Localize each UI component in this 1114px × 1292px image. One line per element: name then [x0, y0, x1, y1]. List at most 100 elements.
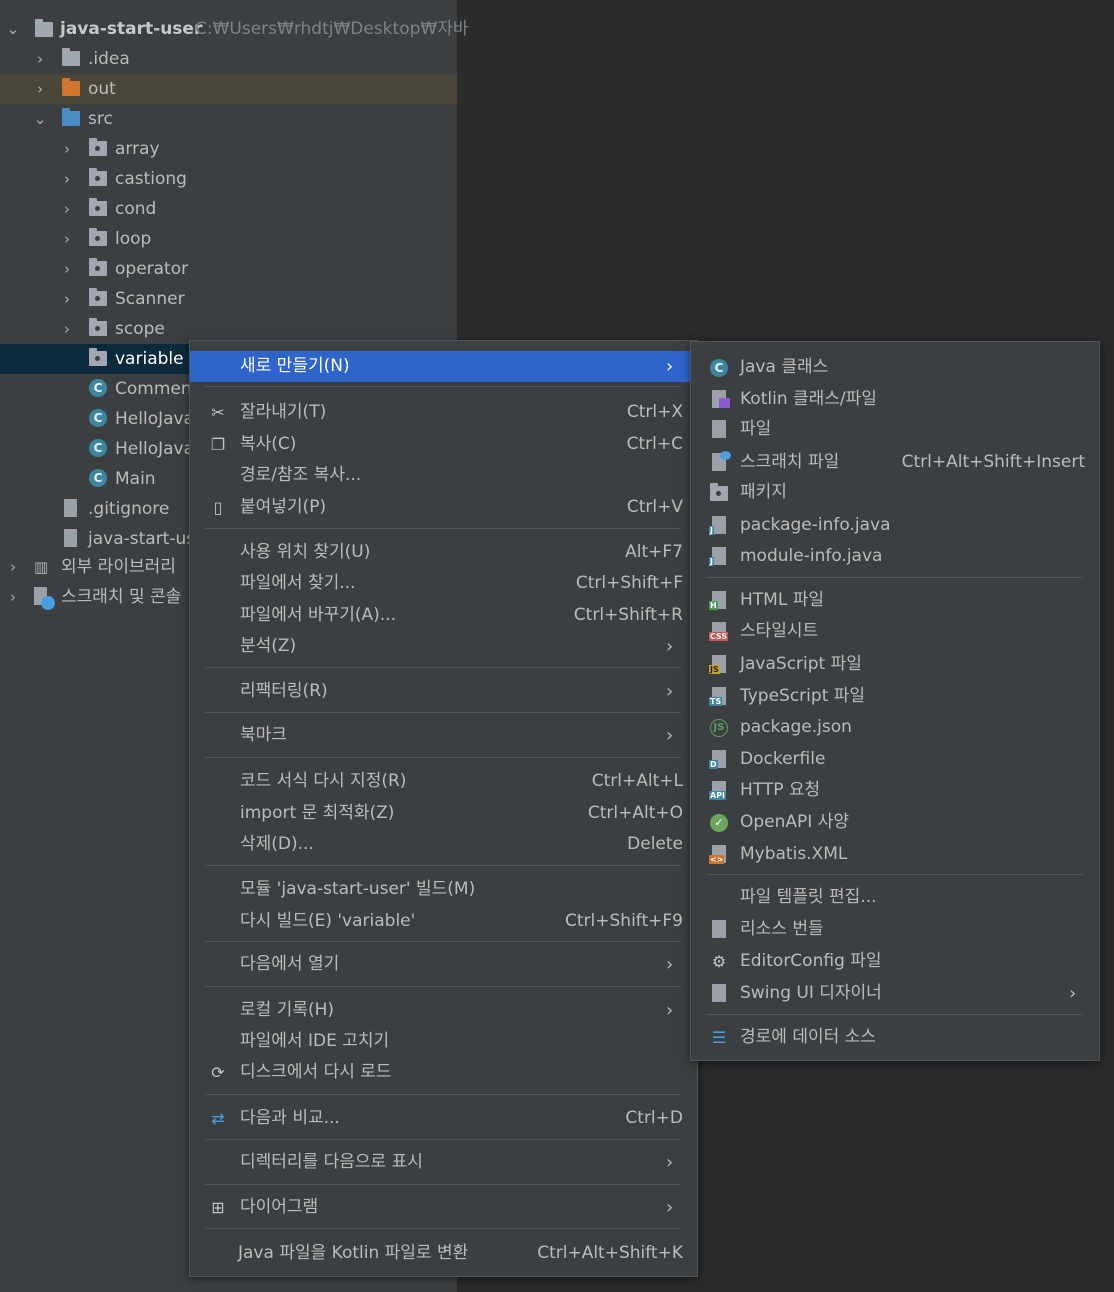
collapse-chevron-icon[interactable]: › [59, 314, 75, 344]
tree-item-label: array [115, 139, 160, 159]
submenu-item-swing-ui[interactable]: Swing UI 디자이너 › [691, 978, 1099, 1009]
submenu-item-mybatis-xml[interactable]: <> Mybatis.XML [691, 839, 1099, 870]
submenu-item-editorconfig[interactable]: ⚙ EditorConfig 파일 [691, 946, 1099, 977]
collapse-chevron-icon[interactable]: › [5, 582, 21, 612]
menu-item-build-module[interactable]: 모듈 'java-start-user' 빌드(M) [190, 874, 697, 905]
menu-item-analyze[interactable]: 분석(Z) › [190, 631, 697, 662]
context-menu: 새로 만들기(N) › ✂ 잘라내기(T) Ctrl+X ❐ 복사(C) Ctr… [189, 340, 698, 1277]
document-shape [712, 516, 726, 534]
submenu-item-stylesheet[interactable]: CSS 스타일시트 [691, 616, 1099, 647]
collapse-chevron-icon[interactable]: › [59, 134, 75, 164]
menu-item-label: 다이어그램 [240, 1197, 319, 1217]
menu-item-replace-in-files[interactable]: 파일에서 바꾸기(A)... Ctrl+Shift+R [190, 600, 697, 631]
submenu-item-html-file[interactable]: H HTML 파일 [691, 585, 1099, 616]
chevron-right-icon: › [1069, 983, 1077, 1004]
tree-item-label: Main [115, 469, 156, 489]
collapse-chevron-icon[interactable]: › [59, 164, 75, 194]
menu-item-copy[interactable]: ❐ 복사(C) Ctrl+C [190, 429, 697, 460]
tree-row-out[interactable]: › out [0, 74, 457, 104]
tree-row-scanner[interactable]: › Scanner [0, 284, 457, 314]
iml-file-icon [64, 529, 77, 547]
submenu-item-java-class[interactable]: C Java 클래스 [691, 352, 1099, 383]
menu-item-local-history[interactable]: 로컬 기록(H) › [190, 995, 697, 1026]
menu-item-bookmark[interactable]: 북마크 › [190, 720, 697, 751]
menu-item-compare-with[interactable]: ⇄ 다음과 비교... Ctrl+D [190, 1103, 697, 1134]
menu-item-reformat[interactable]: 코드 서식 다시 지정(R) Ctrl+Alt+L [190, 766, 697, 797]
tree-row-operator[interactable]: › operator [0, 254, 457, 284]
submenu-item-kotlin-class[interactable]: Kotlin 클래스/파일 [691, 384, 1099, 415]
tree-row-array[interactable]: › array [0, 134, 457, 164]
collapse-chevron-icon[interactable]: › [59, 224, 75, 254]
tree-row-cond[interactable]: › cond [0, 194, 457, 224]
menu-item-label: 분석(Z) [240, 636, 297, 656]
expand-chevron-icon[interactable]: ⌄ [32, 104, 48, 134]
tree-row-src[interactable]: ⌄ src [0, 104, 457, 134]
menu-item-diagrams[interactable]: ⊞ 다이어그램 › [190, 1192, 697, 1223]
divider [706, 874, 1083, 875]
menu-item-delete[interactable]: 삭제(D)... Delete [190, 829, 697, 860]
collapse-chevron-icon[interactable]: › [32, 74, 48, 104]
submenu-item-file[interactable]: 파일 [691, 414, 1099, 445]
menu-item-label: HTTP 요청 [740, 780, 821, 800]
submenu-item-openapi[interactable]: ✓ OpenAPI 사양 [691, 807, 1099, 838]
menu-item-refactor[interactable]: 리팩터링(R) › [190, 676, 697, 707]
menu-item-rebuild[interactable]: 다시 빌드(E) 'variable' Ctrl+Shift+F9 [190, 906, 697, 937]
package-icon [89, 258, 107, 276]
menu-item-find-usages[interactable]: 사용 위치 찾기(U) Alt+F7 [190, 537, 697, 568]
divider [205, 528, 681, 529]
submenu-item-http-request[interactable]: API HTTP 요청 [691, 775, 1099, 806]
submenu-item-edit-templates[interactable]: 파일 템플릿 편집... [691, 882, 1099, 913]
menu-item-find-in-files[interactable]: 파일에서 찾기... Ctrl+Shift+F [190, 568, 697, 599]
menu-item-reload[interactable]: ⟳ 디스크에서 다시 로드 [190, 1057, 697, 1088]
tree-row-idea[interactable]: › .idea [0, 44, 457, 74]
menu-item-optimize-imports[interactable]: import 문 최적화(Z) Ctrl+Alt+O [190, 798, 697, 829]
submenu-item-dockerfile[interactable]: D Dockerfile [691, 744, 1099, 775]
submenu-item-typescript-file[interactable]: TS TypeScript 파일 [691, 681, 1099, 712]
collapse-chevron-icon[interactable]: › [59, 254, 75, 284]
menu-item-copy-path[interactable]: 경로/참조 복사... [190, 460, 697, 491]
submenu-item-data-source[interactable]: ☰ 경로에 데이터 소스 [691, 1022, 1099, 1053]
menu-item-open-in[interactable]: 다음에서 열기 › [190, 949, 697, 980]
collapse-chevron-icon[interactable]: › [59, 284, 75, 314]
menu-item-repair-ide[interactable]: 파일에서 IDE 고치기 [190, 1026, 697, 1057]
java-badge: J [709, 526, 714, 535]
java-badge: J [709, 557, 714, 566]
menu-item-label: Java 파일을 Kotlin 파일로 변환 [238, 1243, 469, 1263]
divider [205, 941, 681, 942]
shortcut-label: Ctrl+Alt+Shift+K [537, 1243, 683, 1263]
http-request-icon: API [709, 781, 731, 801]
typescript-file-icon: TS [709, 687, 731, 707]
divider [205, 1139, 681, 1140]
submenu-item-scratch-file[interactable]: 스크래치 파일 Ctrl+Alt+Shift+Insert [691, 447, 1099, 478]
submenu-item-package[interactable]: 패키지 [691, 477, 1099, 508]
tree-row-project[interactable]: ⌄ java-start-user C:₩Users₩rhdtj₩Desktop… [0, 14, 468, 44]
submenu-item-javascript-file[interactable]: JS JavaScript 파일 [691, 649, 1099, 680]
chevron-right-icon: › [666, 725, 674, 746]
java-class-icon: C [709, 358, 731, 378]
menu-item-paste[interactable]: ▯ 붙여넣기(P) Ctrl+V [190, 492, 697, 523]
menu-item-new[interactable]: 새로 만들기(N) › [190, 351, 697, 382]
shortcut-label: Ctrl+Shift+R [573, 605, 683, 625]
collapse-chevron-icon[interactable]: › [32, 44, 48, 74]
menu-item-label: 북마크 [240, 725, 287, 745]
menu-item-convert-to-kotlin[interactable]: Java 파일을 Kotlin 파일로 변환 Ctrl+Alt+Shift+K [190, 1238, 697, 1269]
xml-badge: <> [709, 855, 725, 864]
tree-item-label: HelloJava [115, 439, 194, 459]
tree-item-label: loop [115, 229, 152, 249]
submenu-item-resource-bundle[interactable]: 리소스 번들 [691, 914, 1099, 945]
expand-chevron-icon[interactable]: ⌄ [5, 14, 21, 44]
diagram-icon: ⊞ [211, 1198, 225, 1217]
menu-item-label: 스타일시트 [740, 621, 819, 641]
menu-item-mark-directory[interactable]: 디렉터리를 다음으로 표시 › [190, 1147, 697, 1178]
gitignore-icon [64, 499, 77, 517]
submenu-item-module-info[interactable]: J module-info.java [691, 541, 1099, 572]
collapse-chevron-icon[interactable]: › [59, 194, 75, 224]
clock-badge-icon [41, 596, 55, 610]
collapse-chevron-icon[interactable]: › [5, 552, 21, 582]
submenu-item-package-json[interactable]: JS package.json [691, 712, 1099, 743]
tree-row-loop[interactable]: › loop [0, 224, 457, 254]
submenu-item-package-info[interactable]: J package-info.java [691, 510, 1099, 541]
menu-item-label: 사용 위치 찾기(U) [240, 542, 371, 562]
menu-item-cut[interactable]: ✂ 잘라내기(T) Ctrl+X [190, 397, 697, 428]
tree-row-castiong[interactable]: › castiong [0, 164, 457, 194]
